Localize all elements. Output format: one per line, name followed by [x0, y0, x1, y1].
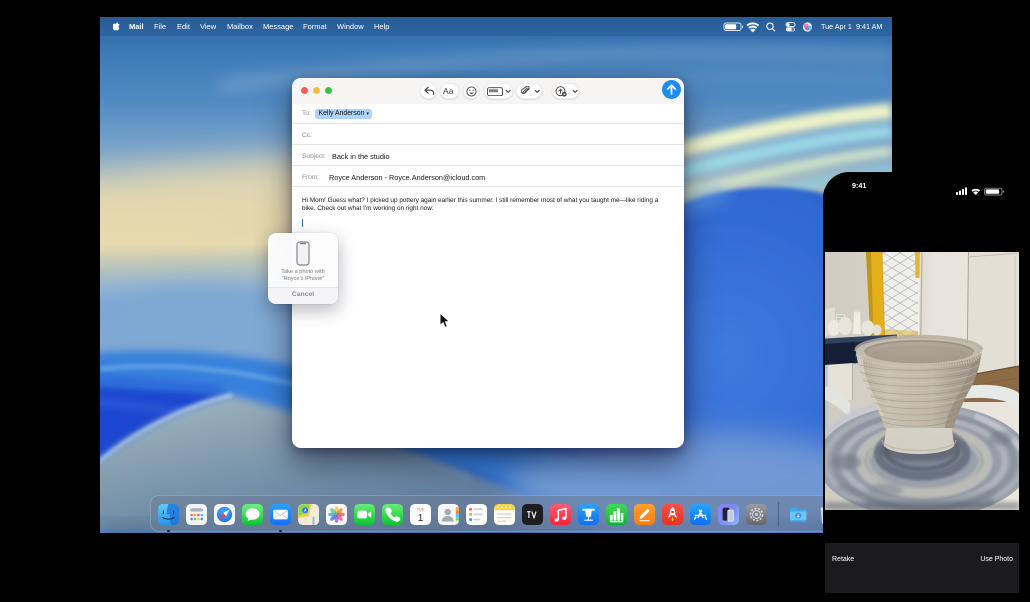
svg-text:1: 1	[417, 512, 423, 524]
svg-text:TUE: TUE	[417, 507, 425, 511]
